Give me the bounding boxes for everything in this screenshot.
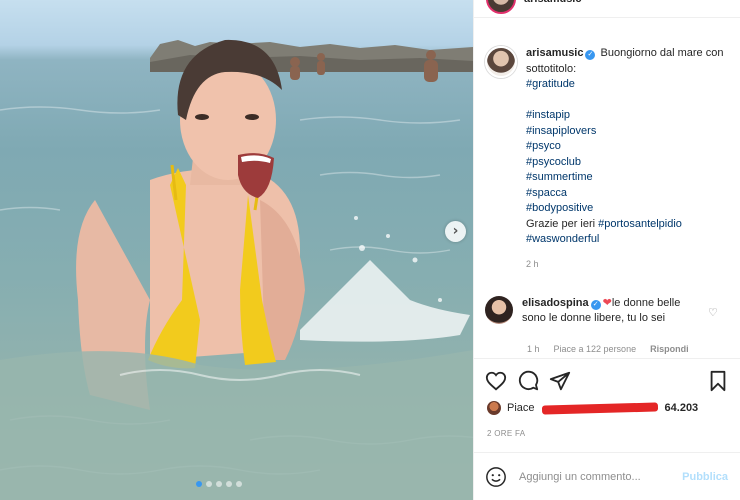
comment-item: elisadospina ✓ ❤le donne belle sono le don… — [485, 296, 730, 326]
author-avatar[interactable] — [485, 46, 517, 78]
comment-text: elisadospina ✓ ❤le donne belle sono le don… — [522, 296, 700, 326]
beach-photo-illustration — [0, 39, 473, 500]
hashtag-link[interactable]: #instapip — [526, 108, 730, 124]
hashtag-link[interactable]: #spacca — [526, 186, 730, 202]
post-actions — [485, 370, 729, 396]
caption-username[interactable]: arisamusic — [526, 47, 583, 59]
redaction-mark — [541, 401, 658, 415]
header-divider — [474, 17, 740, 18]
hashtag-link[interactable]: #waswonderful — [526, 232, 730, 248]
hashtag-link[interactable]: #gratitude — [526, 77, 730, 93]
comment-likes-count[interactable]: Piace a 122 persone — [554, 344, 637, 354]
hashtag-link[interactable]: #portosantelpidio — [598, 218, 682, 230]
speech-bubble-icon[interactable] — [517, 370, 539, 392]
commenter-avatar[interactable] — [485, 296, 513, 324]
likes-summary[interactable]: Piace 64.203 — [487, 401, 698, 415]
comment-like-heart-icon[interactable]: ♡ — [708, 306, 718, 319]
verified-badge-icon: ✓ — [590, 300, 601, 310]
bookmark-icon[interactable] — [707, 370, 729, 392]
hashtag-link[interactable]: #psyco — [526, 139, 730, 155]
likes-count: 64.203 — [664, 402, 699, 414]
caption-timestamp: 2 h — [526, 258, 539, 269]
carousel-dot-active — [196, 481, 202, 487]
heart-outline-icon[interactable] — [485, 370, 507, 392]
add-comment-bar: Pubblica — [473, 452, 740, 500]
verified-badge-icon: ✓ — [585, 50, 596, 60]
caption-text: arisamusic ✓ Buongiorno dal mare con sott… — [526, 46, 730, 272]
post-timestamp: 2 ORE FA — [487, 429, 526, 438]
author-avatar-header[interactable] — [486, 0, 516, 14]
red-heart-icon: ❤ — [602, 297, 612, 309]
hashtag-link[interactable]: #summertime — [526, 170, 730, 186]
post-photo[interactable]: › — [0, 0, 473, 500]
post-caption: arisamusic ✓ Buongiorno dal mare con sott… — [485, 46, 730, 272]
comment-reply-button[interactable]: Rispondi — [650, 344, 689, 354]
post-header: arisamusic — [486, 0, 581, 14]
actions-divider — [474, 358, 740, 359]
carousel-dot — [226, 481, 232, 487]
carousel-dots — [196, 481, 242, 487]
hashtag-link[interactable]: #psycoclub — [526, 155, 730, 171]
comment-meta: 1 h Piace a 122 persone Rispondi — [527, 344, 689, 354]
next-slide-button[interactable]: › — [445, 221, 466, 242]
paper-plane-icon[interactable] — [549, 370, 571, 392]
hashtag-link[interactable]: #insapiplovers — [526, 124, 730, 140]
chevron-right-icon: › — [452, 223, 459, 239]
thanks-text: Grazie per ieri — [526, 217, 596, 230]
likes-prefix: Piace — [507, 402, 535, 414]
liker-avatar — [487, 401, 501, 415]
smiley-icon[interactable] — [485, 466, 507, 488]
commenter-username[interactable]: elisadospina — [522, 297, 589, 309]
header-username[interactable]: arisamusic — [524, 0, 581, 5]
comment-input[interactable] — [519, 470, 675, 483]
carousel-dot — [216, 481, 222, 487]
hashtag-link[interactable]: #bodypositive — [526, 201, 730, 217]
comment-timestamp: 1 h — [527, 344, 540, 354]
carousel-dot — [206, 481, 212, 487]
carousel-dot — [236, 481, 242, 487]
publish-button[interactable]: Pubblica — [682, 471, 728, 483]
